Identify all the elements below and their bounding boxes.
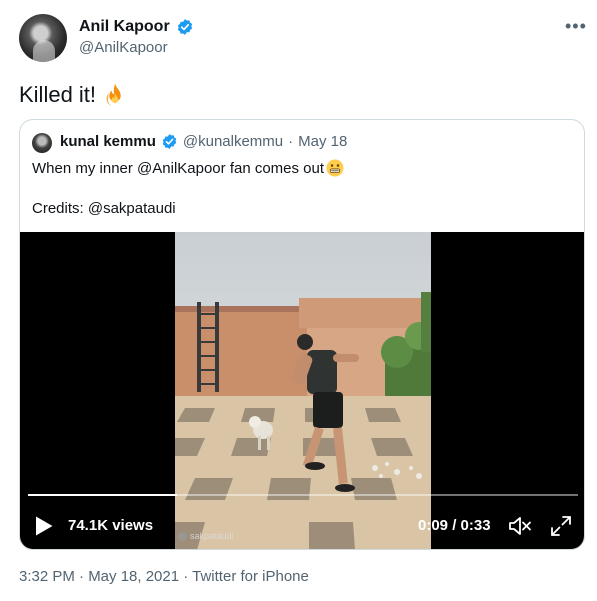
video-view-count: 74.1K views xyxy=(68,517,154,534)
video-watermark: sakpataudi xyxy=(178,531,234,541)
author-display-name[interactable]: Anil Kapoor xyxy=(79,18,170,36)
volume-muted-icon[interactable] xyxy=(508,515,532,537)
quoted-text-line1-body: When my inner @AnilKapoor fan comes out xyxy=(32,159,325,177)
grinning-face-emoji-icon xyxy=(326,159,344,177)
quoted-separator: · xyxy=(288,133,294,150)
quoted-date[interactable]: May 18 xyxy=(298,133,347,150)
quoted-tweet[interactable]: kunal kemmu @kunalkemmu · May 18 When my… xyxy=(19,119,585,550)
video-progress-bar[interactable] xyxy=(28,494,578,496)
author-avatar[interactable] xyxy=(19,14,67,62)
quoted-text-line1: When my inner @AnilKapoor fan comes out xyxy=(32,159,344,177)
tweet-card: Anil Kapoor @AnilKapoor ••• Killed it! k… xyxy=(0,0,597,601)
author-handle[interactable]: @AnilKapoor xyxy=(79,39,168,56)
author-name-row: Anil Kapoor xyxy=(79,18,194,36)
video-time: 0:09 / 0:33 xyxy=(418,517,491,534)
tweet-text: Killed it! xyxy=(19,82,128,108)
play-icon[interactable] xyxy=(34,515,54,537)
video-player[interactable]: 74.1K views 0:09 / 0:33 sakpataudi xyxy=(20,232,584,549)
fire-emoji-icon xyxy=(106,83,121,107)
verified-badge-icon xyxy=(177,19,192,35)
tweet-timestamp[interactable]: 3:32 PM · May 18, 2021 · Twitter for iPh… xyxy=(19,568,309,585)
tweet-text-body: Killed it! xyxy=(19,82,97,107)
video-controls: 74.1K views 0:09 / 0:33 sakpataudi xyxy=(20,232,584,549)
fullscreen-expand-icon[interactable] xyxy=(550,515,572,537)
quoted-text-line2: Credits: @sakpataudi xyxy=(32,200,176,217)
more-options-icon[interactable]: ••• xyxy=(565,17,587,35)
video-progress-fill xyxy=(28,494,177,496)
quoted-verified-badge-icon xyxy=(162,134,177,149)
quoted-avatar[interactable] xyxy=(32,133,52,153)
quoted-display-name[interactable]: kunal kemmu xyxy=(60,133,156,150)
watermark-text: sakpataudi xyxy=(190,531,234,541)
quoted-header: kunal kemmu @kunalkemmu · May 18 xyxy=(60,133,347,150)
quoted-handle[interactable]: @kunalkemmu xyxy=(183,133,283,150)
watermark-logo-icon xyxy=(178,531,187,541)
